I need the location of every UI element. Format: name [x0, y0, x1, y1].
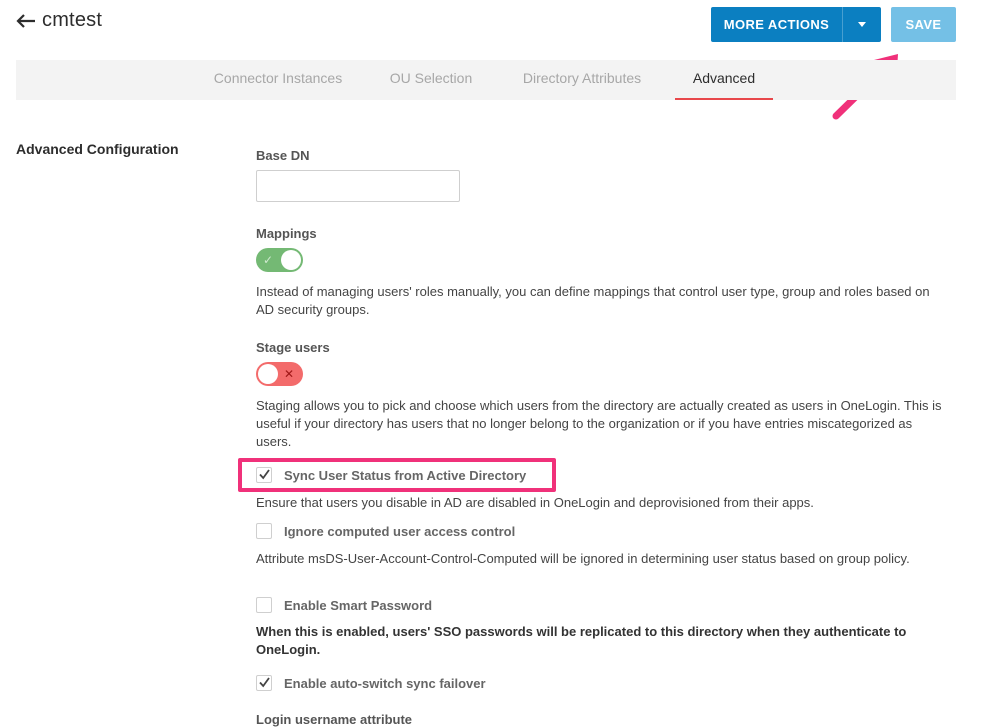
mappings-label: Mappings [256, 226, 317, 241]
save-button[interactable]: SAVE [891, 7, 956, 42]
tab-ou-selection[interactable]: OU Selection [378, 60, 484, 98]
x-icon: ✕ [284, 367, 295, 381]
more-actions-label: MORE ACTIONS [723, 17, 830, 32]
section-title: Advanced Configuration [16, 141, 179, 157]
smart-password-checkbox[interactable]: Enable Smart Password [256, 596, 432, 614]
back-arrow-icon[interactable] [15, 9, 37, 33]
sync-user-status-help: Ensure that users you disable in AD are … [256, 495, 814, 510]
tab-connector-instances[interactable]: Connector Instances [200, 60, 356, 98]
check-icon [259, 469, 270, 480]
smart-password-help: When this is enabled, users' SSO passwor… [256, 624, 907, 657]
sync-user-status-checkbox[interactable]: Sync User Status from Active Directory [256, 466, 526, 484]
page-title: cmtest [42, 9, 103, 31]
mappings-help: Instead of managing users' roles manuall… [256, 284, 930, 317]
caret-down-icon[interactable] [842, 7, 881, 42]
auto-switch-label: Enable auto-switch sync failover [284, 675, 486, 691]
checkbox[interactable] [256, 523, 272, 539]
base-dn-label: Base DN [256, 148, 310, 163]
stage-users-toggle[interactable]: ✕ [256, 362, 303, 386]
ignore-computed-checkbox[interactable]: Ignore computed user access control [256, 522, 515, 540]
check-icon [259, 677, 270, 688]
tab-directory-attributes[interactable]: Directory Attributes [506, 60, 658, 98]
checkbox[interactable] [256, 675, 272, 691]
stage-users-help: Staging allows you to pick and choose wh… [256, 398, 942, 449]
toggle-knob [281, 250, 301, 270]
login-username-label: Login username attribute [256, 712, 413, 727]
stage-users-label: Stage users [256, 340, 330, 355]
ignore-computed-label: Ignore computed user access control [284, 523, 516, 539]
mappings-toggle[interactable]: ✓ [256, 248, 303, 272]
auto-switch-checkbox[interactable]: Enable auto-switch sync failover [256, 674, 486, 692]
sync-user-status-label: Sync User Status from Active Directory [284, 467, 527, 483]
checkbox[interactable] [256, 597, 272, 613]
smart-password-label: Enable Smart Password [284, 597, 433, 613]
tab-advanced[interactable]: Advanced [675, 60, 773, 100]
tab-bar: Connector Instances OU Selection Directo… [16, 60, 956, 100]
base-dn-input[interactable] [256, 170, 460, 202]
checkbox[interactable] [256, 467, 272, 483]
toggle-knob [258, 364, 278, 384]
ignore-computed-help: Attribute msDS-User-Account-Control-Comp… [256, 551, 910, 566]
check-icon: ✓ [263, 253, 274, 267]
more-actions-button[interactable]: MORE ACTIONS [711, 7, 881, 42]
